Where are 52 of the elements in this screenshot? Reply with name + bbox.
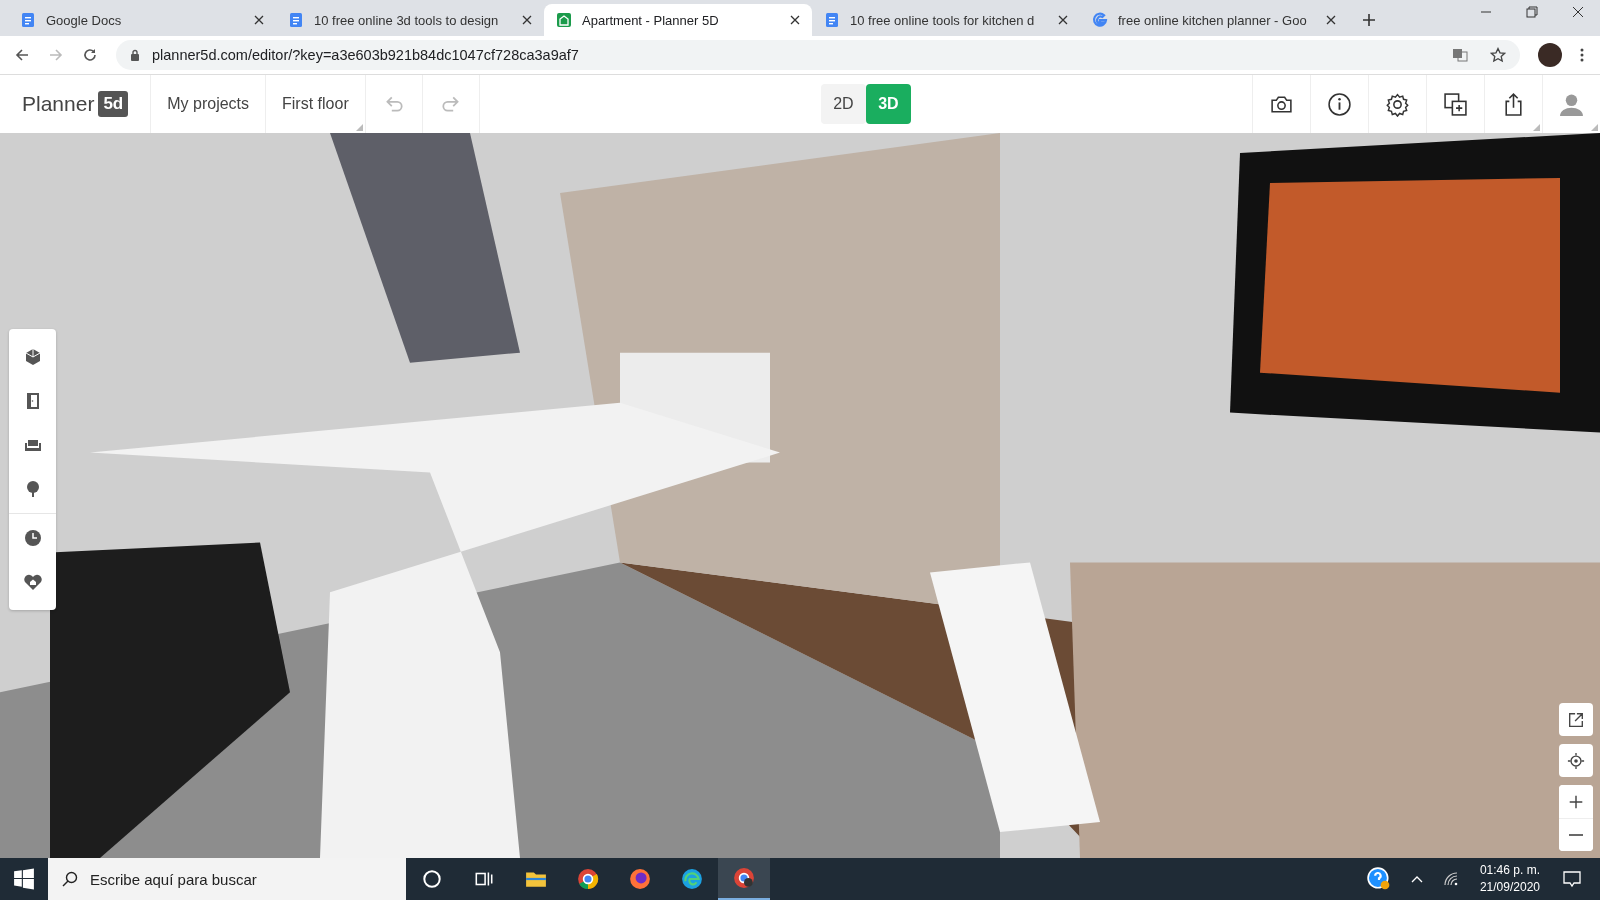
translate-icon[interactable] [1452, 47, 1468, 63]
document-icon [824, 12, 840, 28]
browser-tab[interactable]: Google Docs [8, 4, 276, 36]
zoom-out-button[interactable] [1559, 818, 1593, 851]
fox-browser-icon[interactable] [629, 868, 651, 890]
settings-icon[interactable] [1385, 91, 1410, 117]
taskbar-search-field[interactable]: Escribe aquí para buscar [48, 858, 406, 900]
wave-browser-icon[interactable] [681, 868, 703, 890]
browser-tab[interactable]: free online kitchen planner - Goo [1080, 4, 1348, 36]
clock-time[interactable]: 01:46 p. m. [1479, 862, 1540, 879]
logo-badge[interactable]: 5d [98, 91, 129, 117]
plus-icon[interactable] [1362, 13, 1376, 27]
wifi-icon[interactable] [1442, 871, 1459, 887]
windows-logo-icon[interactable] [13, 868, 35, 890]
active-taskbar-button[interactable] [718, 858, 770, 900]
browser-tab[interactable]: 10 free online 3d tools to design [276, 4, 544, 36]
reload-icon[interactable] [82, 47, 98, 63]
add-copy-icon[interactable] [1443, 91, 1468, 117]
crosshair-icon [1567, 751, 1585, 770]
restore-icon[interactable] [1526, 6, 1538, 18]
address-field[interactable]: planner5d.com/editor/?key=a3e603b921b84dc1047cf728ca3a9af7 [116, 40, 1520, 70]
browser-tab[interactable]: 10 free online tools for kitchen d [812, 4, 1080, 36]
external-link-button[interactable] [1559, 703, 1593, 736]
more-vertical-icon[interactable] [1580, 47, 1584, 63]
close-icon[interactable] [1058, 15, 1068, 25]
profile-avatar[interactable] [1538, 43, 1562, 67]
close-icon[interactable] [522, 15, 532, 25]
notification-icon[interactable] [1562, 869, 1582, 889]
lock-icon [130, 49, 140, 61]
logo-text[interactable]: Planner [22, 92, 95, 116]
close-icon[interactable] [790, 15, 800, 25]
back-arrow-icon[interactable] [14, 47, 30, 63]
browser-icon [733, 867, 755, 889]
view-mode-tab[interactable]: 2D [820, 84, 866, 124]
house-logo-icon [556, 12, 572, 28]
close-icon[interactable] [1572, 6, 1584, 18]
clock-date[interactable]: 21/09/2020 [1479, 879, 1540, 896]
document-icon [20, 12, 36, 28]
browser-icon[interactable] [577, 868, 599, 890]
browser-tab[interactable]: Apartment - Planner 5D [544, 4, 812, 36]
minus-icon [1569, 834, 1583, 836]
close-icon[interactable] [254, 15, 264, 25]
circle-icon[interactable] [421, 868, 443, 890]
info-icon[interactable] [1327, 91, 1352, 117]
document-icon [288, 12, 304, 28]
locate-button[interactable] [1559, 744, 1593, 777]
external-link-icon [1567, 710, 1585, 729]
search-icon [62, 871, 78, 887]
star-icon[interactable] [1490, 47, 1506, 63]
help-icon[interactable] [1366, 867, 1391, 891]
close-icon[interactable] [1326, 15, 1336, 25]
letter-g-icon [1092, 12, 1108, 28]
